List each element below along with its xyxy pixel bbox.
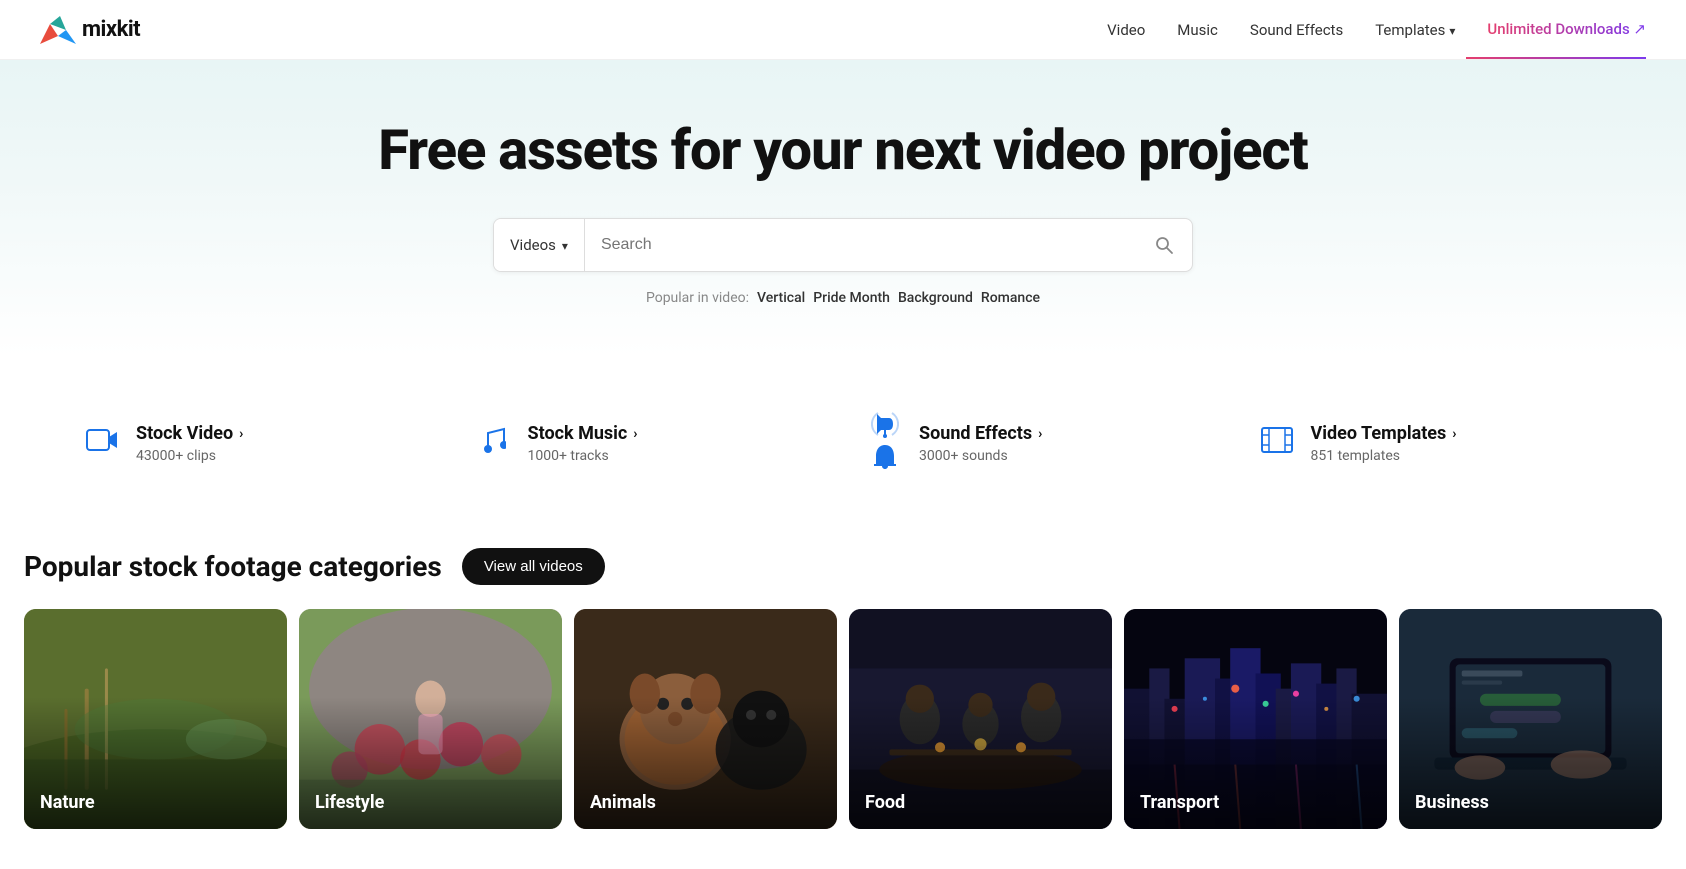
category-lifestyle-label: Lifestyle [315,792,384,813]
video-templates-subtitle: 851 templates [1311,448,1457,464]
sound-effects-info: Sound Effects › 3000+ sounds [919,423,1042,464]
categories-title: Popular stock footage categories [24,550,442,583]
stock-video-icon [84,426,120,461]
search-button[interactable] [1136,219,1192,271]
tag-romance[interactable]: Romance [981,290,1040,306]
nav-sound-effects[interactable]: Sound Effects [1250,21,1343,39]
stock-music-icon [476,425,512,462]
sound-effects-icon [867,408,903,480]
search-input[interactable] [585,219,1136,271]
category-animals-label: Animals [590,792,656,813]
category-nature[interactable]: Nature [24,609,287,829]
unlimited-underline [1466,57,1646,59]
stock-video-arrow: › [239,426,243,442]
stock-music-title: Stock Music › [528,423,638,444]
hero-section: Free assets for your next video project … [0,60,1686,356]
templates-chevron-icon [1449,21,1455,39]
search-icon [1154,235,1174,255]
popular-label: Popular in video: [646,290,749,306]
video-templates-title: Video Templates › [1311,423,1457,444]
stock-video-title: Stock Video › [136,423,243,444]
search-box: Videos [493,218,1193,272]
video-templates-icon [1259,426,1295,461]
category-transport[interactable]: Transport [1124,609,1387,829]
categories-section: Popular stock footage categories View al… [0,516,1686,869]
feature-video-templates[interactable]: Video Templates › 851 templates [1235,392,1627,496]
categories-grid: Nature [24,609,1662,829]
tag-vertical[interactable]: Vertical [757,290,805,306]
category-business[interactable]: Business [1399,609,1662,829]
tag-pride-month[interactable]: Pride Month [813,290,890,306]
feature-stock-music[interactable]: Stock Music › 1000+ tracks [452,392,844,496]
stock-music-info: Stock Music › 1000+ tracks [528,423,638,464]
tag-background[interactable]: Background [898,290,973,306]
nav-video[interactable]: Video [1107,21,1145,39]
feature-stock-video[interactable]: Stock Video › 43000+ clips [60,392,452,496]
nav-unlimited[interactable]: Unlimited Downloads ↗ [1487,20,1646,40]
logo-text: mixkit [82,17,140,42]
navbar-nav: Video Music Sound Effects Templates Unli… [1107,20,1646,40]
stock-video-subtitle: 43000+ clips [136,448,243,464]
category-food[interactable]: Food [849,609,1112,829]
sound-effects-arrow: › [1038,426,1042,442]
category-food-label: Food [865,792,905,813]
logo[interactable]: mixkit [40,16,140,44]
video-templates-info: Video Templates › 851 templates [1311,423,1457,464]
stock-video-info: Stock Video › 43000+ clips [136,423,243,464]
search-container: Videos [40,218,1646,272]
popular-tags: Popular in video: Vertical Pride Month B… [40,290,1646,306]
search-type-label: Videos [510,236,556,254]
features-section: Stock Video › 43000+ clips Stock Music ›… [0,356,1686,516]
nav-templates[interactable]: Templates [1375,21,1455,39]
sound-effects-title: Sound Effects › [919,423,1042,444]
view-all-button[interactable]: View all videos [462,548,605,585]
feature-sound-effects[interactable]: Sound Effects › 3000+ sounds [843,392,1235,496]
video-templates-arrow: › [1452,426,1456,442]
stock-music-subtitle: 1000+ tracks [528,448,638,464]
categories-header: Popular stock footage categories View al… [24,548,1662,585]
category-lifestyle[interactable]: Lifestyle [299,609,562,829]
dropdown-chevron-icon [562,236,568,254]
hero-title: Free assets for your next video project [40,120,1646,182]
stock-music-arrow: › [633,426,637,442]
category-business-label: Business [1415,792,1489,813]
search-type-dropdown[interactable]: Videos [494,219,585,271]
navbar: mixkit Video Music Sound Effects Templat… [0,0,1686,60]
logo-icon [40,16,76,44]
category-nature-label: Nature [40,792,95,813]
category-animals[interactable]: Animals [574,609,837,829]
nav-music[interactable]: Music [1177,21,1218,39]
category-transport-label: Transport [1140,792,1219,813]
sound-effects-subtitle: 3000+ sounds [919,448,1042,464]
